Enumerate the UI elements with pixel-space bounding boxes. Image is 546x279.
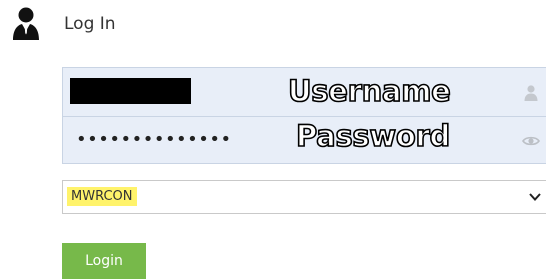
password-overlay-label: Password: [295, 118, 451, 154]
chevron-down-icon: [529, 193, 541, 201]
username-field[interactable]: Username: [63, 68, 546, 117]
connection-select[interactable]: MWRCON: [62, 180, 546, 214]
redacted-username: [70, 78, 191, 104]
username-overlay-label: Username: [287, 73, 451, 109]
person-icon: [524, 85, 538, 101]
login-button[interactable]: Login: [62, 243, 146, 279]
credentials-panel: Username •••••••••••••• Password: [62, 67, 546, 164]
password-value: ••••••••••••••: [76, 129, 232, 150]
connection-select-value: MWRCON: [67, 187, 137, 206]
page-title: Log In: [64, 14, 116, 34]
eye-icon[interactable]: [522, 132, 540, 150]
password-field[interactable]: •••••••••••••• Password: [63, 116, 546, 164]
user-icon: [13, 7, 39, 40]
